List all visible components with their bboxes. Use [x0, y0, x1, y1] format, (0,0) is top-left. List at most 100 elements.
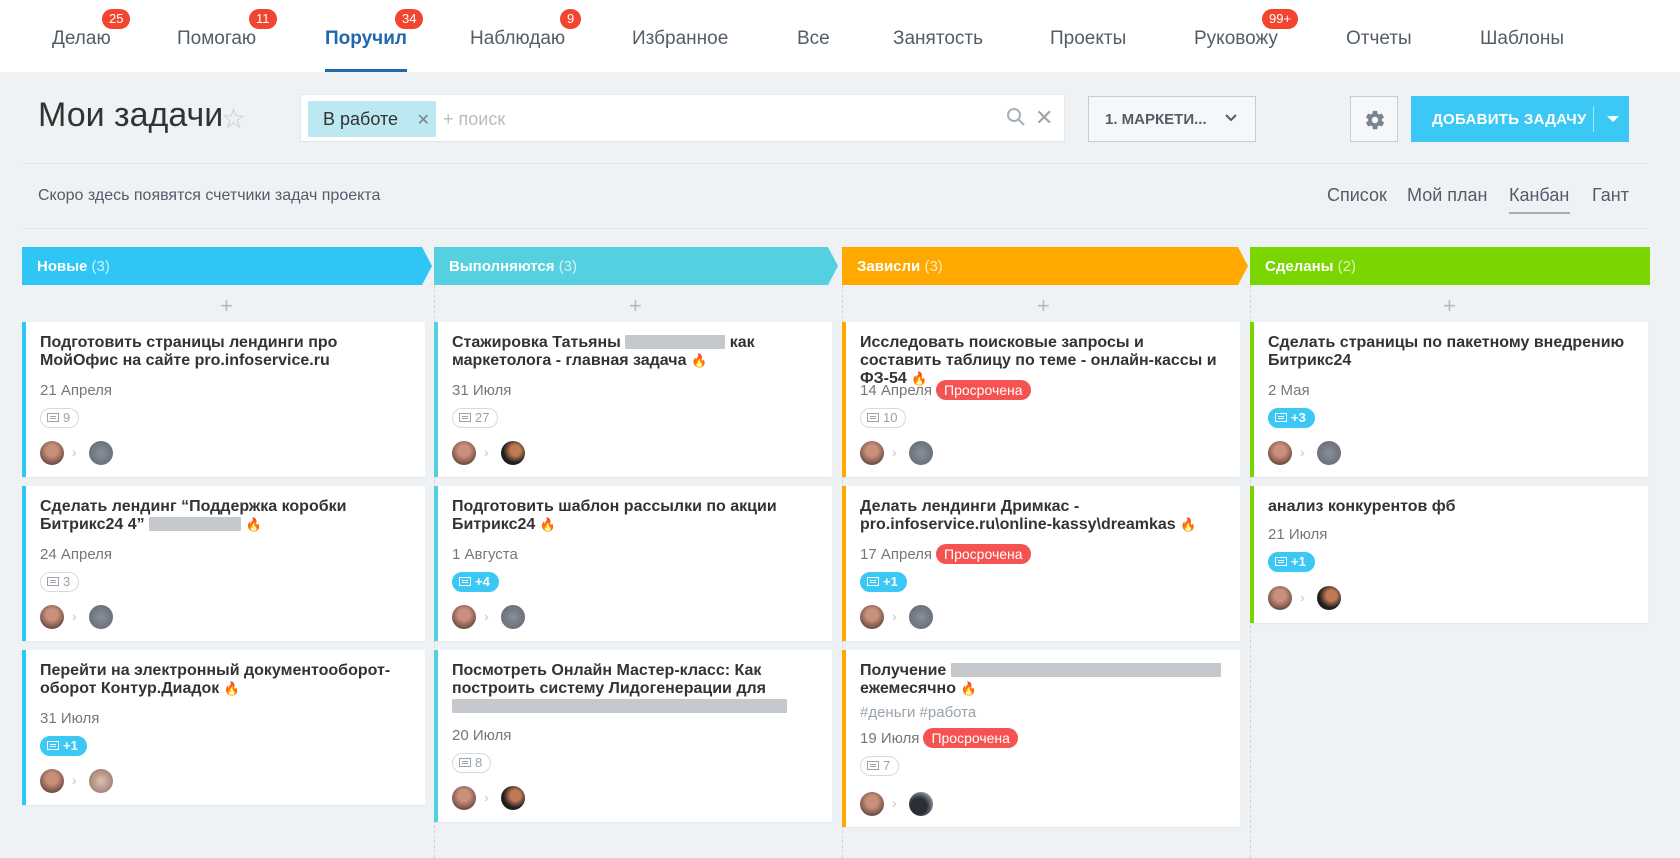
- tab-all[interactable]: Все: [797, 0, 830, 72]
- column-header-new[interactable]: Новые (3): [22, 247, 422, 285]
- chevron-right-icon: ›: [484, 608, 489, 624]
- tab-assigned[interactable]: Поручил 34: [325, 0, 424, 72]
- task-card[interactable]: Стажировка Татьяны как маркетолога - гла…: [434, 322, 832, 477]
- responsible-avatar[interactable]: [1317, 441, 1341, 465]
- tab-favorites[interactable]: Избранное: [632, 0, 728, 72]
- search-icon[interactable]: [1006, 107, 1026, 127]
- overdue-badge: Просрочена: [923, 728, 1018, 748]
- clear-search-icon[interactable]: ✕: [1035, 105, 1053, 131]
- view-list[interactable]: Список: [1327, 185, 1387, 206]
- tab-templates[interactable]: Шаблоны: [1480, 0, 1564, 72]
- task-card[interactable]: Подготовить страницы лендинги про МойОфи…: [22, 322, 425, 477]
- comments-counter[interactable]: 27: [452, 408, 499, 428]
- tab-doing[interactable]: Делаю 25: [52, 0, 131, 72]
- task-card[interactable]: Перейти на электронный документооборот-о…: [22, 650, 425, 805]
- project-counters-hint: Скоро здесь появятся счетчики задач прое…: [38, 187, 381, 204]
- comments-counter[interactable]: 7: [860, 756, 900, 776]
- task-tags[interactable]: #деньги #работа: [860, 704, 976, 721]
- blurred-text: [149, 517, 242, 531]
- tab-counter: 34: [395, 9, 424, 29]
- responsible-avatar[interactable]: [1317, 586, 1341, 610]
- gear-icon: [1366, 110, 1384, 130]
- add-task-button[interactable]: ДОБАВИТЬ ЗАДАЧУ: [1411, 96, 1629, 142]
- creator-avatar[interactable]: [860, 792, 884, 816]
- tab-managing[interactable]: Руковожу 99+: [1194, 0, 1299, 72]
- search-input[interactable]: [443, 106, 963, 132]
- task-card[interactable]: Делать лендинги Дримкас - pro.infoservic…: [842, 486, 1240, 641]
- column-header-done[interactable]: Сделаны (2): [1250, 247, 1650, 285]
- chevron-right-icon: ›: [484, 444, 489, 460]
- comments-counter[interactable]: +3: [1268, 408, 1315, 428]
- task-card[interactable]: Получение ежемесячно 🔥 #деньги #работа 1…: [842, 650, 1240, 827]
- add-card-icon[interactable]: +: [220, 293, 233, 319]
- blurred-text: [950, 663, 1221, 677]
- creator-avatar[interactable]: [452, 786, 476, 810]
- view-gantt[interactable]: Гант: [1592, 185, 1629, 206]
- responsible-avatar[interactable]: [89, 441, 113, 465]
- comments-counter[interactable]: 8: [452, 753, 492, 773]
- chevron-right-icon: ›: [1300, 589, 1305, 605]
- creator-avatar[interactable]: [40, 605, 64, 629]
- column-header-stalled[interactable]: Зависли (3): [842, 247, 1238, 285]
- task-title: анализ конкурентов фб: [1268, 498, 1456, 515]
- chevron-right-icon: ›: [72, 444, 77, 460]
- creator-avatar[interactable]: [860, 441, 884, 465]
- comment-icon: [47, 577, 59, 586]
- tab-reports[interactable]: Отчеты: [1346, 0, 1412, 72]
- task-card[interactable]: Сделать страницы по пакетному внедрению …: [1250, 322, 1648, 477]
- creator-avatar[interactable]: [40, 769, 64, 793]
- comment-icon: [1275, 557, 1287, 566]
- comments-counter[interactable]: +1: [1268, 552, 1315, 572]
- favorite-star-icon[interactable]: ☆: [221, 102, 246, 135]
- task-deadline: 17 Апреля Просрочена: [860, 544, 1031, 564]
- responsible-avatar[interactable]: [501, 605, 525, 629]
- add-card-icon[interactable]: +: [1037, 293, 1050, 319]
- task-deadline: 21 Июля: [1268, 526, 1328, 543]
- comments-counter[interactable]: +1: [40, 736, 87, 756]
- comments-counter[interactable]: 10: [860, 408, 907, 428]
- comments-counter[interactable]: +1: [860, 572, 907, 592]
- task-card[interactable]: анализ конкурентов фб 21 Июля +1 ›: [1250, 486, 1648, 623]
- creator-avatar[interactable]: [452, 441, 476, 465]
- comments-counter[interactable]: +4: [452, 572, 499, 592]
- settings-button[interactable]: [1350, 96, 1398, 142]
- task-card[interactable]: Сделать лендинг “Поддержка коробки Битри…: [22, 486, 425, 641]
- responsible-avatar[interactable]: [909, 605, 933, 629]
- tab-workload[interactable]: Занятость: [893, 0, 983, 72]
- remove-chip-icon[interactable]: ✕: [417, 110, 430, 130]
- view-kanban[interactable]: Канбан: [1509, 185, 1569, 206]
- comments-counter[interactable]: 9: [40, 408, 80, 428]
- tab-observing[interactable]: Наблюдаю 9: [470, 0, 582, 72]
- task-card[interactable]: Посмотреть Онлайн Мастер-класс: Как пост…: [434, 650, 832, 822]
- tab-helping[interactable]: Помогаю 11: [177, 0, 277, 72]
- creator-avatar[interactable]: [860, 605, 884, 629]
- creator-avatar[interactable]: [1268, 586, 1292, 610]
- responsible-avatar[interactable]: [909, 441, 933, 465]
- responsible-avatar[interactable]: [501, 441, 525, 465]
- comments-counter[interactable]: 3: [40, 572, 80, 592]
- add-card-icon[interactable]: +: [1443, 293, 1456, 319]
- task-filter[interactable]: В работе ✕ ✕: [300, 94, 1065, 142]
- responsible-avatar[interactable]: [89, 605, 113, 629]
- view-my-plan[interactable]: Мой план: [1407, 185, 1487, 206]
- project-select[interactable]: 1. МАРКЕТИ...: [1088, 96, 1256, 142]
- tab-projects[interactable]: Проекты: [1050, 0, 1126, 72]
- creator-avatar[interactable]: [1268, 441, 1292, 465]
- creator-avatar[interactable]: [40, 441, 64, 465]
- task-deadline: 24 Апреля: [40, 546, 113, 563]
- task-card[interactable]: Исследовать поисковые запросы и составит…: [842, 322, 1240, 477]
- add-card-icon[interactable]: +: [629, 293, 642, 319]
- filter-chip[interactable]: В работе ✕: [308, 101, 436, 137]
- responsible-avatar[interactable]: [909, 792, 933, 816]
- fire-icon: 🔥: [960, 681, 977, 696]
- comment-icon: [459, 758, 471, 767]
- task-card[interactable]: Подготовить шаблон рассылки по акции Бит…: [434, 486, 832, 641]
- responsible-avatar[interactable]: [501, 786, 525, 810]
- column-header-in-progress[interactable]: Выполняются (3): [434, 247, 828, 285]
- task-deadline: 2 Мая: [1268, 382, 1310, 399]
- dropdown-arrow-icon[interactable]: [1607, 116, 1619, 122]
- chevron-right-icon: ›: [892, 795, 897, 811]
- responsible-avatar[interactable]: [89, 769, 113, 793]
- divider: [22, 228, 1648, 229]
- creator-avatar[interactable]: [452, 605, 476, 629]
